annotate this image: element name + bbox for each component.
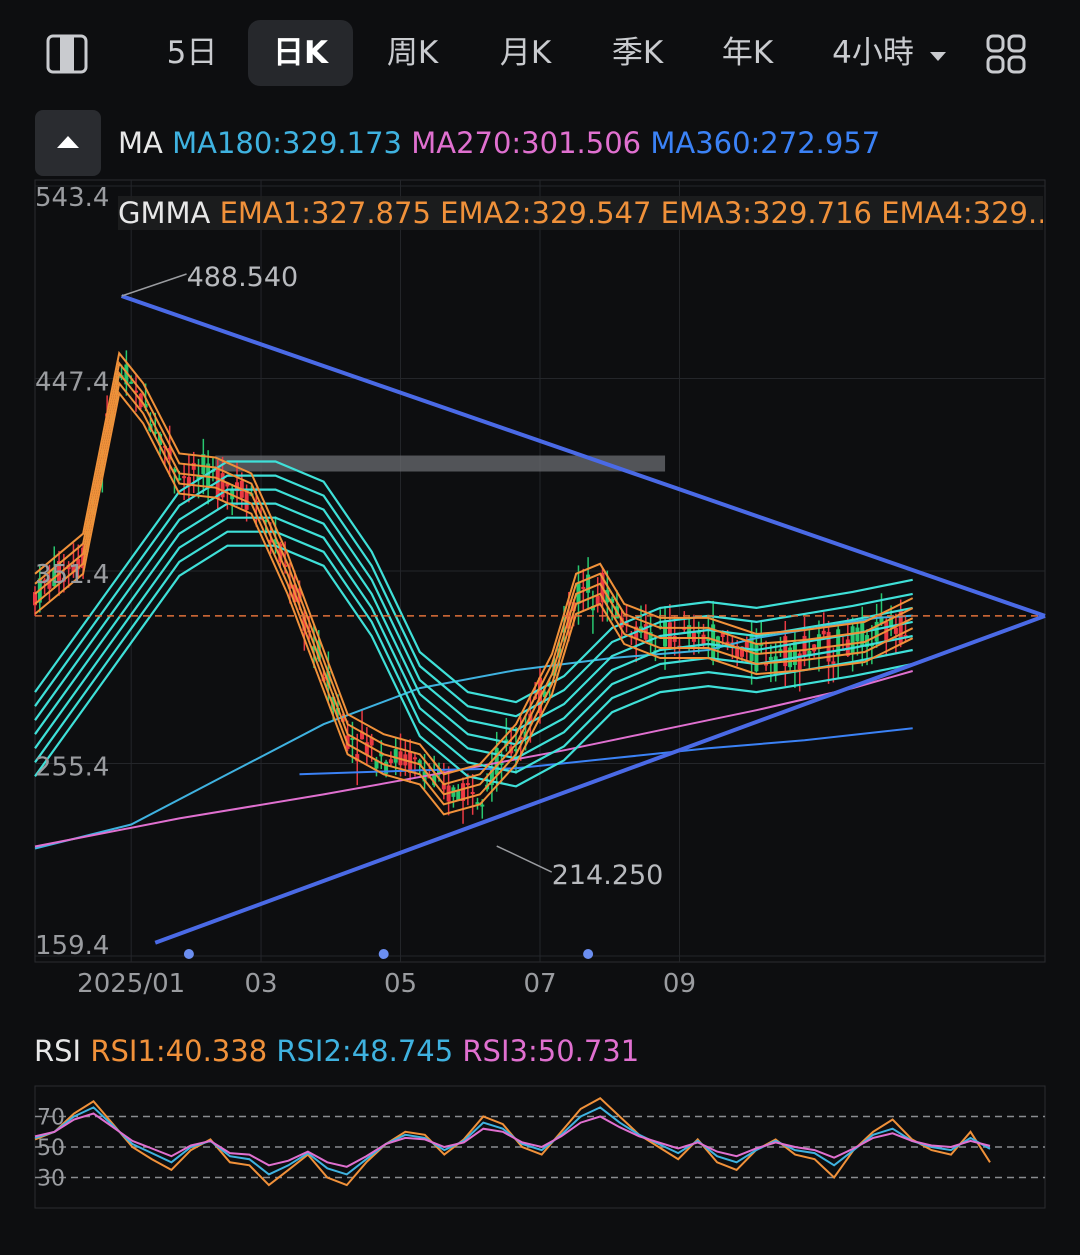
x-tick-label: 09 — [663, 969, 696, 999]
rsi-legend: RSI RSI1:40.338 RSI2:48.745 RSI3:50.731 — [34, 1034, 639, 1068]
candle-body — [768, 656, 773, 661]
candle-body — [182, 476, 187, 479]
candle-body — [821, 630, 826, 635]
event-marker[interactable] — [183, 949, 194, 959]
lower-trendline — [154, 614, 1046, 945]
rsi1-line — [34, 1096, 991, 1187]
candle-body — [129, 381, 134, 384]
candle-body — [701, 634, 706, 645]
candle-body — [663, 621, 668, 647]
candle-body — [581, 586, 586, 589]
x-tick-label: 2025/01 — [77, 969, 185, 999]
candle-body — [831, 661, 836, 664]
low-annotation-leader — [496, 845, 553, 873]
gmma-long-line — [34, 460, 913, 704]
gmma-values: EMA1:327.875 EMA2:329.547 EMA3:329.716 E… — [219, 196, 1043, 230]
low-annotation-label: 214.250 — [552, 860, 664, 891]
gmma-short-line — [34, 370, 914, 796]
event-marker[interactable] — [378, 949, 389, 959]
rsi3-value: RSI3:50.731 — [462, 1034, 640, 1068]
candle-body — [893, 627, 898, 634]
candle-body — [850, 626, 855, 655]
candle-body — [393, 749, 398, 763]
high-annotation-label: 488.540 — [187, 262, 299, 293]
x-tick-label: 07 — [523, 969, 556, 999]
gmma-long-line — [34, 474, 913, 718]
rsi-label: RSI — [34, 1034, 82, 1068]
candle-body — [470, 792, 475, 795]
rsi-tick-label: 50 — [37, 1136, 65, 1161]
rsi1-value: RSI1:40.338 — [90, 1034, 268, 1068]
event-marker[interactable] — [583, 949, 594, 959]
rsi-chart[interactable]: 705030 — [0, 1080, 1080, 1210]
rsi-tick-label: 30 — [37, 1167, 65, 1192]
ma270-line — [34, 670, 913, 848]
candle-body — [465, 783, 470, 786]
candle-body — [754, 644, 759, 672]
y-tick-label: 255.4 — [35, 753, 109, 783]
candle-body — [388, 759, 393, 763]
x-tick-label: 03 — [245, 969, 278, 999]
x-tick-label: 05 — [384, 969, 417, 999]
gmma-label: GMMA — [118, 196, 211, 230]
y-tick-label: 543.4 — [35, 183, 109, 213]
candle-body — [412, 757, 417, 760]
candle-body — [836, 629, 841, 657]
candle-body — [494, 747, 499, 775]
candle-body — [816, 634, 821, 650]
candle-body — [691, 631, 696, 642]
rsi2-value: RSI2:48.745 — [276, 1034, 454, 1068]
price-chart[interactable]: 543.4 447.4 351.4 255.4 159.4 2025/01 03 05 07 09… — [0, 0, 1080, 1000]
y-tick-label: 447.4 — [35, 368, 109, 398]
gmma-legend: GMMA EMA1:327.875 EMA2:329.547 EMA3:329.… — [118, 196, 1043, 230]
y-tick-label: 351.4 — [35, 560, 109, 590]
y-tick-label: 159.4 — [35, 931, 109, 961]
candle-body — [480, 804, 485, 807]
